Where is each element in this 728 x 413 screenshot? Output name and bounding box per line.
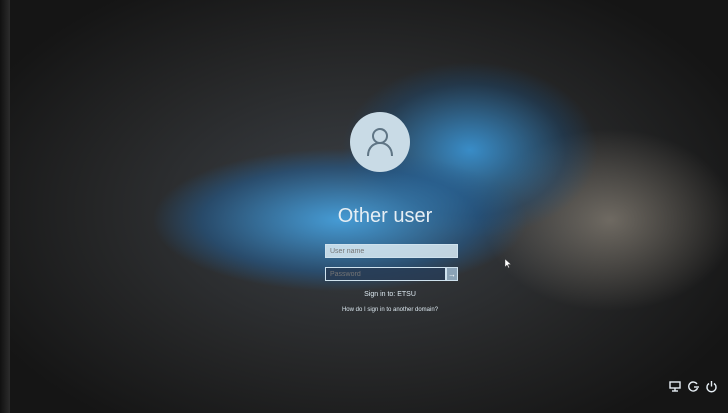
sign-in-domain-text: Sign in to: ETSU: [364, 291, 416, 298]
another-domain-link[interactable]: How do I sign in to another domain?: [320, 307, 460, 313]
user-icon: [367, 128, 393, 157]
arrow-right-icon: →: [448, 269, 456, 279]
lock-screen: Other user → Sign in to: ETSU How do I s…: [0, 0, 728, 413]
power-icon: [706, 381, 717, 393]
network-button[interactable]: [669, 380, 682, 393]
ease-of-access-icon: [688, 381, 699, 392]
username-label: Other user: [337, 205, 433, 227]
system-tray: [669, 380, 718, 393]
mouse-cursor-icon: [505, 259, 511, 268]
power-button[interactable]: [705, 380, 718, 393]
username-input[interactable]: [325, 244, 458, 258]
monitor-bezel: [0, 0, 10, 413]
submit-button[interactable]: →: [446, 267, 458, 281]
network-icon: [669, 381, 681, 392]
user-avatar: [350, 112, 410, 172]
password-input[interactable]: [325, 267, 446, 281]
ease-of-access-button[interactable]: [687, 380, 700, 393]
password-row: →: [325, 267, 458, 281]
